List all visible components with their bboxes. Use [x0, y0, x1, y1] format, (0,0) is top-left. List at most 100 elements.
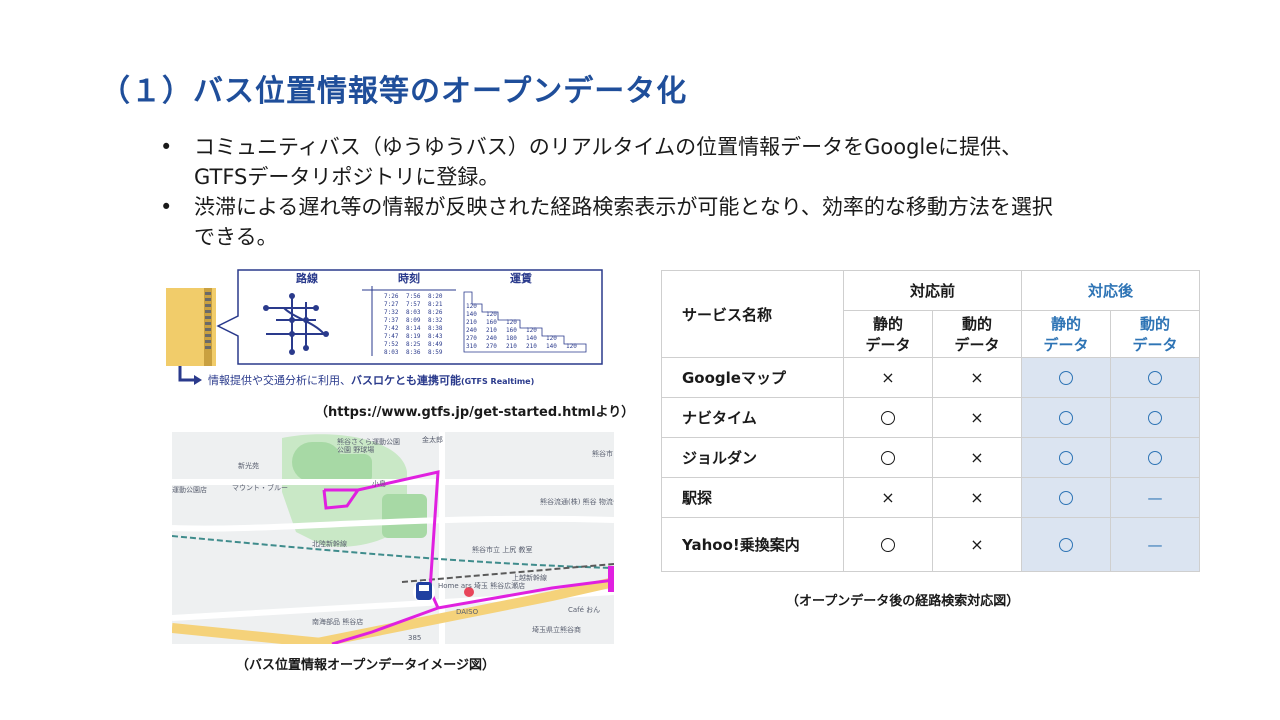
support-cell [1021, 357, 1111, 398]
circle-mark-icon [1059, 451, 1073, 465]
circle-mark-icon [1059, 538, 1073, 552]
support-cell: × [932, 477, 1022, 518]
circle-mark-icon [1059, 491, 1073, 505]
support-cell [843, 397, 933, 438]
support-cell: — [1110, 517, 1200, 572]
map-label: Home ars 埼玉 熊谷広瀬店 [438, 581, 525, 590]
map-label: 南海部品 熊谷店 [312, 617, 363, 626]
gtfs-time-value: 7:42 [384, 325, 399, 332]
map-label: 運動公園店 [172, 485, 207, 494]
cross-mark: × [970, 488, 984, 507]
gtfs-time-value: 8:21 [428, 301, 443, 308]
gtfs-time-value: 7:56 [406, 293, 421, 300]
gtfs-time-value: 8:20 [428, 293, 443, 300]
gtfs-fare-value: 120 [466, 303, 477, 310]
gtfs-time-value: 8:19 [406, 333, 421, 340]
gtfs-fare-value: 210 [466, 319, 477, 326]
support-cell [843, 517, 933, 572]
gtfs-fare-value: 270 [466, 335, 477, 342]
table-row: ジョルダン × [661, 437, 1200, 478]
gtfs-bottom-suffix: (GTFS Realtime) [461, 377, 534, 386]
gtfs-header-time: 時刻 [398, 271, 420, 285]
map-label: 上越新幹線 [512, 573, 547, 582]
service-name: 駅探 [661, 477, 844, 518]
before-static-header: 静的 データ [843, 310, 933, 358]
support-cell: — [1110, 477, 1200, 518]
gtfs-fare-value: 270 [486, 343, 497, 350]
after-static-header: 静的 データ [1021, 310, 1111, 358]
gtfs-time-value: 7:47 [384, 333, 399, 340]
map-label: 埼玉県立熊谷商 [532, 625, 581, 634]
dash-mark: — [1147, 488, 1163, 507]
circle-mark-icon [1059, 371, 1073, 385]
bullet-text: 渋滞による遅れ等の情報が反映された経路検索表示が可能となり、効率的な移動方法を選… [194, 195, 1053, 219]
circle-mark-icon [881, 411, 895, 425]
bullet-item: • コミュニティバス（ゆうゆうバス）のリアルタイムの位置情報データをGoogle… [160, 132, 1190, 192]
gtfs-time-value: 8:03 [406, 309, 421, 316]
map-label: 北陸新幹線 [312, 539, 347, 548]
circle-mark-icon [1148, 411, 1162, 425]
table-caption: （オープンデータ後の経路検索対応図） [786, 594, 1020, 609]
gtfs-fare-value: 140 [546, 343, 557, 350]
before-header: 対応前 [843, 270, 1022, 311]
map-label: 熊谷流通(株) 熊谷 物流センター [540, 497, 614, 506]
gtfs-fare-value: 120 [506, 319, 517, 326]
gtfs-fare-value: 310 [466, 343, 477, 350]
bus-location-map: 熊谷さくら運動公園 公園 野球場 新光苑 金太郎 マウント・ブルー 運動公園店 … [172, 432, 614, 644]
bullet-item: • 渋滞による遅れ等の情報が反映された経路検索表示が可能となり、効率的な移動方法… [160, 192, 1190, 252]
circle-mark-icon [1148, 451, 1162, 465]
gtfs-time-value: 8:59 [428, 349, 443, 356]
gtfs-bottom-emphasis: バスロケとも連携可能 [351, 373, 461, 387]
gtfs-fare-value: 120 [486, 311, 497, 318]
support-cell [1110, 357, 1200, 398]
bullet-text: できる。 [194, 225, 278, 249]
map-label: 熊谷さくら運動公園 [337, 437, 400, 446]
map-label: 新光苑 [238, 461, 259, 470]
service-name: Yahoo!乗換案内 [661, 517, 844, 572]
support-cell [1021, 477, 1111, 518]
table-row: ナビタイム × [661, 397, 1200, 438]
bullet-text: コミュニティバス（ゆうゆうバス）のリアルタイムの位置情報データをGoogleに提… [194, 135, 1023, 159]
cross-mark: × [970, 408, 984, 427]
support-cell [1110, 437, 1200, 478]
bullet-text: GTFSデータリポジトリに登録。 [194, 165, 500, 189]
gtfs-time-value: 7:27 [384, 301, 399, 308]
map-label: 385 [408, 634, 421, 642]
gtfs-diagram-graphic: 路線 時刻 運賃 7:26 7:56 8:20 7:27 7:57 8:21 7:32 8:0… [166, 269, 603, 387]
support-cell [1021, 397, 1111, 438]
map-label: 熊谷市 [592, 449, 613, 458]
cross-mark: × [970, 448, 984, 467]
table-row: Yahoo!乗換案内 × — [661, 517, 1200, 572]
gtfs-time-value: 8:32 [428, 317, 443, 324]
support-cell: × [932, 437, 1022, 478]
gtfs-time-value: 7:32 [384, 309, 399, 316]
support-cell: × [932, 397, 1022, 438]
gtfs-fare-value: 180 [506, 335, 517, 342]
gtfs-fare-value: 120 [526, 327, 537, 334]
svg-text:情報提供や交通分析に利用、バスロケとも連携可能(GTFS R: 情報提供や交通分析に利用、バスロケとも連携可能(GTFS Realtime) [208, 373, 534, 387]
service-name: Googleマップ [661, 357, 844, 398]
gtfs-time-value: 8:26 [428, 309, 443, 316]
gtfs-diagram: 路線 時刻 運賃 7:26 7:56 8:20 7:27 7:57 8:21 7:32 8:0… [166, 268, 608, 396]
gtfs-fare-value: 120 [566, 343, 577, 350]
cross-mark: × [970, 368, 984, 387]
gtfs-time-value: 7:57 [406, 301, 421, 308]
map-label: 公園 野球場 [337, 445, 374, 454]
bullet-dot-icon: • [160, 195, 173, 219]
gtfs-bottom-text: 情報提供や交通分析に利用、 [208, 373, 351, 387]
map-label: Café おん [568, 606, 600, 614]
map-label: マウント・ブルー [232, 483, 288, 492]
gtfs-time-value: 7:26 [384, 293, 399, 300]
map-label: 熊谷市立 上尻 教室 [472, 545, 532, 554]
map-label: 金太郎 [422, 435, 443, 444]
bullet-dot-icon: • [160, 135, 173, 159]
cross-mark: × [881, 368, 895, 387]
support-cell: × [932, 357, 1022, 398]
gtfs-time-value: 8:14 [406, 325, 421, 332]
service-name: ナビタイム [661, 397, 844, 438]
service-header: サービス名称 [661, 270, 844, 358]
gtfs-caption: （https://www.gtfs.jp/get-started.htmlより） [315, 405, 635, 420]
gtfs-time-value: 8:03 [384, 349, 399, 356]
table-row: Googleマップ × × [661, 357, 1200, 398]
circle-mark-icon [881, 538, 895, 552]
